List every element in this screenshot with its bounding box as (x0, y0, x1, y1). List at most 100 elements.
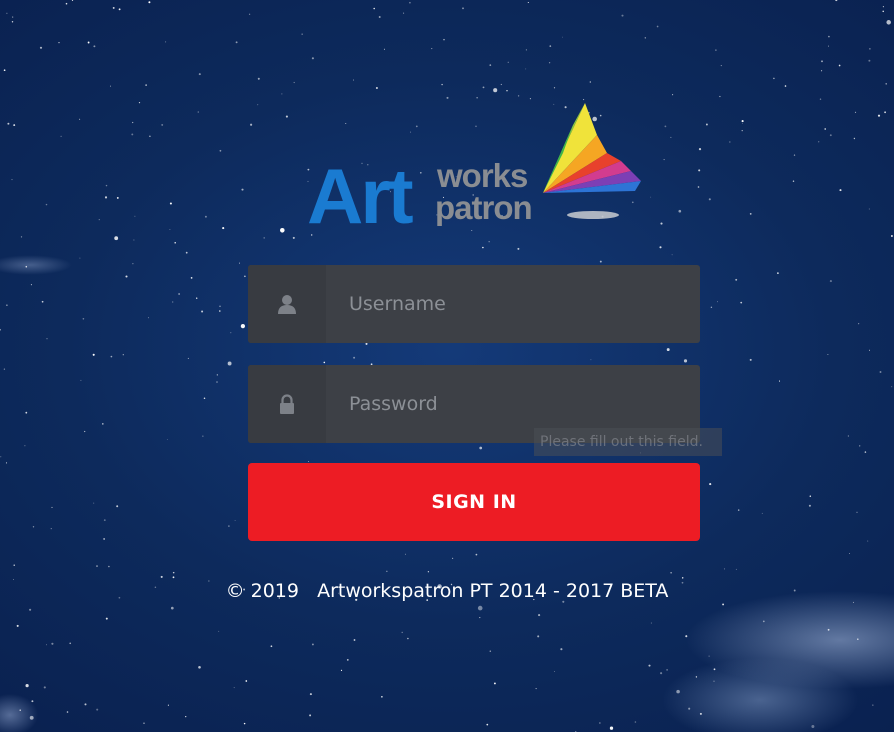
star (829, 280, 832, 283)
star (248, 13, 251, 15)
star (885, 83, 887, 85)
star (670, 571, 672, 574)
star (280, 228, 285, 233)
star (507, 61, 509, 63)
star (93, 45, 96, 48)
star (218, 630, 220, 632)
star (882, 10, 884, 13)
star (527, 1, 529, 4)
star (506, 90, 508, 92)
star (87, 41, 90, 44)
star (560, 648, 563, 651)
star (688, 707, 691, 710)
star (257, 104, 259, 106)
star (809, 495, 812, 497)
star (634, 721, 637, 723)
star (132, 263, 134, 265)
star (65, 2, 68, 5)
star (671, 254, 673, 256)
sign-in-button[interactable]: SIGN IN (248, 463, 700, 541)
star (5, 462, 8, 464)
star (170, 606, 174, 610)
star (681, 577, 684, 579)
star (105, 184, 108, 187)
username-input[interactable] (326, 265, 700, 343)
star (240, 323, 246, 329)
star (482, 246, 484, 249)
star (685, 635, 688, 638)
star (589, 81, 591, 83)
star (664, 125, 667, 128)
star (762, 620, 765, 623)
star (187, 357, 189, 359)
star (741, 120, 744, 123)
star (309, 693, 312, 696)
star (29, 608, 32, 611)
star (670, 136, 672, 138)
star (201, 310, 204, 313)
star (311, 643, 314, 646)
star (553, 87, 556, 89)
star (198, 666, 201, 669)
star (373, 7, 376, 10)
star (148, 1, 151, 4)
star (517, 247, 520, 250)
star (216, 374, 218, 376)
star (488, 241, 490, 243)
star (203, 397, 206, 399)
star (847, 435, 849, 437)
star (378, 16, 381, 18)
star (58, 41, 60, 44)
star (263, 237, 265, 239)
star (864, 451, 867, 453)
star (25, 411, 28, 414)
star (609, 726, 614, 730)
star (103, 538, 105, 540)
star (165, 41, 167, 43)
star (722, 603, 725, 606)
star (39, 46, 43, 49)
star (0, 328, 1, 331)
star (493, 682, 496, 685)
star (11, 179, 13, 181)
star (244, 275, 246, 278)
star (827, 354, 829, 355)
star (29, 715, 34, 720)
star (828, 35, 830, 38)
star (145, 84, 147, 86)
star (621, 14, 624, 17)
star (493, 88, 498, 93)
username-field-group (248, 265, 700, 343)
star (241, 188, 244, 191)
star (243, 722, 246, 725)
star (778, 380, 781, 382)
star (46, 644, 47, 646)
star (537, 635, 540, 638)
star (7, 122, 10, 125)
star (166, 439, 168, 440)
star (749, 213, 752, 215)
star (401, 631, 403, 634)
star (69, 642, 72, 645)
star (475, 553, 478, 556)
star (93, 502, 95, 504)
star (82, 317, 85, 320)
star (227, 361, 232, 366)
star (858, 323, 860, 325)
star (404, 553, 406, 555)
star (525, 68, 527, 70)
star (103, 519, 106, 521)
star (868, 208, 870, 210)
star (720, 65, 722, 67)
star (869, 349, 870, 351)
star (660, 672, 663, 675)
star (50, 528, 52, 530)
password-icon-box (248, 365, 326, 443)
star (96, 708, 99, 711)
star (196, 297, 198, 299)
star (891, 386, 893, 388)
star (829, 134, 832, 137)
star (293, 81, 295, 84)
artworkspatron-logo: Art works patron (307, 103, 641, 235)
star (650, 622, 652, 624)
